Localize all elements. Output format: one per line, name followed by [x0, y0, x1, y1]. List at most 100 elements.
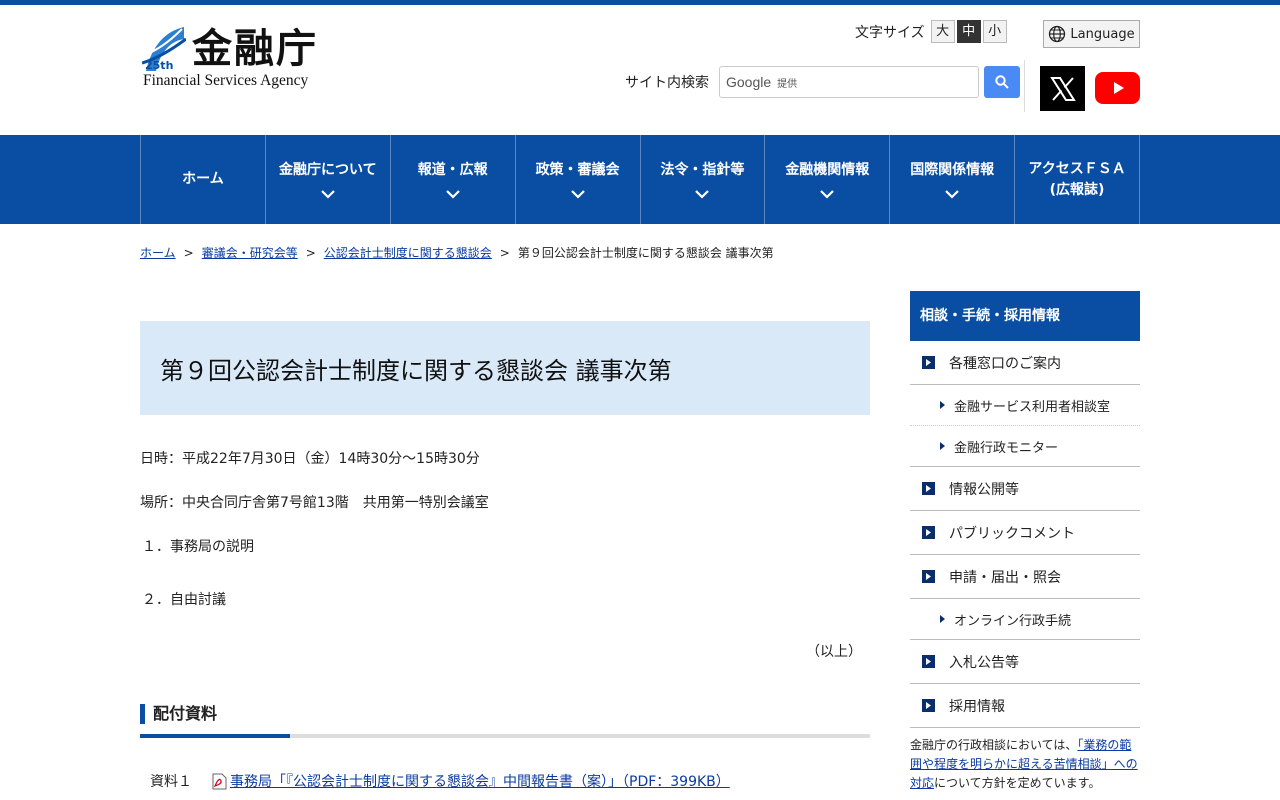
sidebar-item-label: 金融行政モニター — [954, 440, 1059, 456]
nav-label: 国際関係情報 — [910, 162, 995, 178]
nav-label: 法令・指針等 — [660, 162, 745, 178]
breadcrumb-current: 第９回公認会計士制度に関する懇談会 議事次第 — [517, 246, 774, 260]
arrow-square-icon — [922, 356, 935, 369]
nav-label-sub: (広報誌) — [1049, 181, 1105, 198]
chevron-down-icon — [695, 190, 710, 199]
language-label: Language — [1070, 26, 1135, 42]
fsa-logo-mark-icon: 25th — [142, 27, 186, 72]
sidebar-item-label: 採用情報 — [949, 698, 1005, 715]
arrow-square-icon — [922, 699, 935, 712]
sidebar-item-label: 入札公告等 — [949, 654, 1019, 671]
sidebar-item-label: 各種窓口のご案内 — [949, 355, 1061, 372]
sidebar-item-label: 情報公開等 — [949, 481, 1019, 498]
sidebar-item-public-comment[interactable]: パブリックコメント — [910, 511, 1140, 555]
document-link[interactable]: 事務局「『公認会計士制度に関する懇談会』中間報告書（案）」（PDF：399KB） — [230, 771, 730, 791]
sidebar-note: 金融庁の行政相談においては、「業務の範囲や程度を明らかに超える苦情相談」への対応… — [910, 736, 1140, 793]
nav-label: 金融機関情報 — [785, 162, 870, 178]
section-underline — [140, 734, 870, 738]
meeting-datetime: 日時：平成22年7月30日（金）14時30分～15時30分 — [140, 451, 480, 467]
nav-item-international[interactable]: 国際関係情報 — [890, 135, 1016, 224]
breadcrumb-separator: > — [183, 246, 194, 260]
note-suffix: について方針を定めています。 — [934, 776, 1101, 790]
search-input[interactable]: Google 提供 — [719, 66, 979, 98]
breadcrumb-link-councils[interactable]: 審議会・研究会等 — [202, 246, 298, 260]
sidebar-item-label: パブリックコメント — [949, 525, 1075, 542]
nav-item-about[interactable]: 金融庁について — [266, 135, 391, 224]
note-prefix: 金融庁の行政相談においては、 — [910, 738, 1078, 752]
globe-icon — [1049, 25, 1066, 43]
nav-label: 政策・審議会 — [535, 162, 620, 178]
font-size-switcher: 文字サイズ 大 中 小 — [855, 20, 1007, 43]
breadcrumb-separator: > — [305, 246, 316, 260]
page-title: 第９回公認会計士制度に関する懇談会 議事次第 — [140, 321, 870, 415]
arrow-square-icon — [922, 570, 935, 583]
triangle-bullet-icon — [940, 401, 945, 409]
nav-item-access-fsa[interactable]: アクセスＦＳＡ (広報誌) — [1015, 135, 1140, 224]
arrow-square-icon — [922, 655, 935, 668]
font-size-large-button[interactable]: 大 — [930, 20, 955, 43]
global-nav: ホーム 金融庁について 報道・広報 政策・審議会 法令・指針等 金融機関情報 国… — [0, 135, 1280, 224]
sidebar: 相談・手続・採用情報 各種窓口のご案内 金融サービス利用者相談室 金融行政モニタ… — [910, 291, 1140, 793]
meeting-place: 場所：中央合同庁舎第7号館13階 共用第一特別会議室 — [140, 495, 489, 511]
google-provided-label: 提供 — [777, 78, 798, 90]
chevron-down-icon — [820, 190, 835, 199]
main-content: 第９回公認会計士制度に関する懇談会 議事次第 日時：平成22年7月30日（金）1… — [140, 262, 870, 791]
font-size-medium-button[interactable]: 中 — [956, 20, 981, 43]
breadcrumb: ホーム > 審議会・研究会等 > 公認会計士制度に関する懇談会 > 第９回公認会計士制度に関… — [140, 244, 1140, 262]
youtube-play-icon — [1113, 82, 1124, 94]
triangle-bullet-icon — [940, 615, 945, 623]
nav-item-institutions[interactable]: 金融機関情報 — [765, 135, 891, 224]
triangle-bullet-icon — [940, 442, 945, 450]
breadcrumb-link-home[interactable]: ホーム — [140, 246, 176, 260]
nav-label: ホーム — [182, 171, 224, 187]
sidebar-item-contact-windows[interactable]: 各種窓口のご案内 — [910, 341, 1140, 385]
sidebar-heading: 相談・手続・採用情報 — [910, 291, 1140, 341]
search-icon — [995, 75, 1009, 89]
x-social-button[interactable] — [1040, 66, 1085, 111]
sidebar-item-disclosure[interactable]: 情報公開等 — [910, 467, 1140, 511]
arrow-square-icon — [922, 482, 935, 495]
sidebar-item-recruitment[interactable]: 採用情報 — [910, 684, 1140, 728]
arrow-square-icon — [922, 526, 935, 539]
sidebar-item-label: 金融サービス利用者相談室 — [954, 399, 1111, 415]
logo-jp-text: 金融庁 — [192, 25, 318, 72]
sidebar-item-label: オンライン行政手続 — [954, 613, 1072, 629]
sidebar-subitem-online-procedures[interactable]: オンライン行政手続 — [910, 599, 1140, 640]
agenda-item-2: ２．自由討議 — [142, 592, 226, 608]
site-logo[interactable]: 25th 金融庁 Financial Services Agency — [140, 25, 340, 95]
agenda-item-1: １．事務局の説明 — [142, 539, 254, 555]
font-size-small-button[interactable]: 小 — [982, 20, 1007, 43]
nav-item-policy[interactable]: 政策・審議会 — [516, 135, 641, 224]
nav-label: 金融庁について — [279, 162, 377, 178]
site-search: サイト内検索 Google 提供 — [625, 66, 1020, 98]
nav-item-press[interactable]: 報道・広報 — [391, 135, 516, 224]
sidebar-item-bidding[interactable]: 入札公告等 — [910, 640, 1140, 684]
logo-en-text: Financial Services Agency — [143, 72, 309, 89]
font-size-label: 文字サイズ — [855, 24, 925, 41]
breadcrumb-link-cpa-council[interactable]: 公認会計士制度に関する懇談会 — [324, 246, 492, 260]
language-button[interactable]: Language — [1043, 20, 1140, 48]
search-button[interactable] — [984, 66, 1020, 98]
nav-item-laws[interactable]: 法令・指針等 — [641, 135, 766, 224]
x-logo-icon — [1049, 76, 1076, 101]
breadcrumb-separator: > — [499, 246, 510, 260]
nav-item-home[interactable]: ホーム — [141, 135, 266, 224]
youtube-social-button[interactable] — [1095, 72, 1140, 104]
document-row: 資料１ 事務局「『公認会計士制度に関する懇談会』中間報告書（案）」（PDF：39… — [140, 771, 870, 791]
sidebar-subitem-admin-monitor[interactable]: 金融行政モニター — [910, 426, 1140, 467]
sidebar-item-label: 申請・届出・照会 — [949, 569, 1061, 586]
document-number: 資料１ — [150, 774, 192, 790]
sidebar-subitem-user-consultation[interactable]: 金融サービス利用者相談室 — [910, 385, 1140, 426]
search-label: サイト内検索 — [625, 75, 709, 91]
pdf-icon — [212, 773, 227, 789]
google-branding: Google — [726, 74, 772, 90]
section-heading: 配付資料 — [140, 704, 870, 724]
nav-label: アクセスＦＳＡ — [1028, 160, 1126, 177]
sidebar-item-applications[interactable]: 申請・届出・照会 — [910, 555, 1140, 599]
chevron-down-icon — [945, 190, 959, 199]
chevron-down-icon — [445, 190, 460, 199]
site-header: 25th 金融庁 Financial Services Agency 文字サイズ… — [140, 5, 1140, 135]
chevron-down-icon — [321, 190, 335, 199]
end-note: （以上） — [806, 644, 862, 660]
nav-label: 報道・広報 — [417, 162, 488, 178]
